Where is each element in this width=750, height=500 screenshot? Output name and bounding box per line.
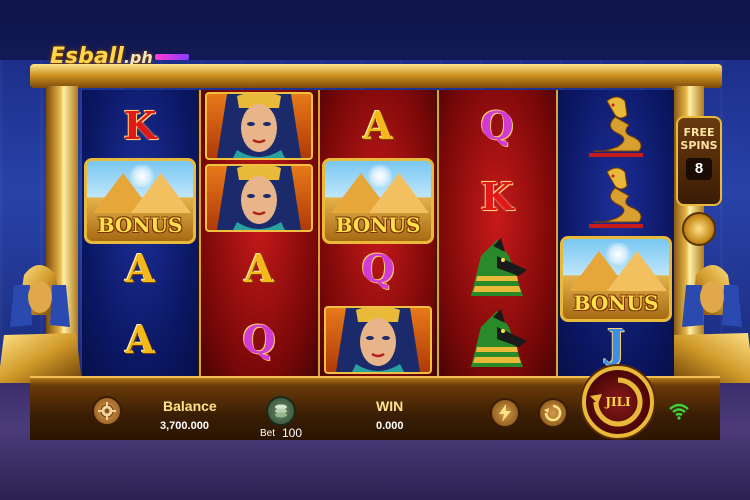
symbol-a-letter: A	[363, 102, 393, 148]
pyramid-icon	[131, 173, 191, 213]
bet-label: Bet	[260, 428, 276, 439]
pyramid-icon	[369, 173, 429, 213]
settings-button[interactable]	[92, 396, 122, 426]
symbol-a-letter: A	[125, 316, 155, 362]
symbol-k-letter: K	[123, 102, 157, 148]
symbol-a-letter: A	[125, 245, 155, 291]
cleopatra-portrait-icon	[217, 94, 301, 158]
symbol-cobra	[558, 161, 674, 233]
symbol-a: A	[320, 90, 436, 162]
right-sphinx-statue	[670, 265, 750, 383]
symbol-j-letter: J	[607, 320, 625, 366]
symbol-cleopatra	[205, 92, 313, 160]
reel-2: A Q	[201, 90, 317, 376]
reel-4: Q K	[439, 90, 555, 376]
free-spins-panel: FREE SPINS 8	[676, 116, 722, 206]
reel-area: K BONUS A A A Q A BONUS Q Q K BONUS J	[82, 90, 674, 376]
symbol-k-letter: K	[480, 173, 514, 219]
spin-button[interactable]: JILI	[582, 366, 654, 438]
cobra-icon	[589, 96, 643, 157]
left-sphinx-statue	[0, 265, 82, 383]
cobra-icon	[589, 167, 643, 228]
symbol-a: A	[82, 233, 198, 305]
cleopatra-portrait-icon	[336, 308, 420, 372]
gear-icon	[98, 402, 116, 420]
symbol-k: K	[439, 161, 555, 233]
symbol-a: A	[82, 304, 198, 376]
bet-value: 100	[282, 426, 303, 440]
symbol-q: Q	[320, 233, 436, 305]
free-spins-label-2: SPINS	[680, 139, 718, 152]
symbol-cobra	[558, 90, 674, 162]
symbol-q-letter: Q	[361, 245, 395, 291]
symbol-anubis	[439, 233, 555, 305]
symbol-anubis	[439, 304, 555, 376]
scarab-ornament-icon	[682, 212, 716, 246]
lightning-icon	[499, 404, 511, 422]
symbol-cleopatra	[324, 306, 432, 374]
symbol-a-letter: A	[244, 245, 274, 291]
symbol-q: Q	[439, 90, 555, 162]
anubis-head-icon	[471, 308, 527, 367]
reel-frame-top	[30, 64, 722, 88]
coin-stack-icon	[275, 404, 287, 418]
symbol-q-letter: Q	[480, 102, 514, 148]
reel-3: A BONUS Q	[320, 90, 436, 376]
symbol-a: A	[201, 233, 317, 305]
bet-button[interactable]	[266, 396, 296, 426]
pyramid-icon	[607, 251, 667, 291]
symbol-cleopatra	[205, 164, 313, 232]
logo-bar	[154, 54, 189, 60]
cleopatra-portrait-icon	[217, 166, 301, 230]
balance-label: Balance	[163, 398, 217, 414]
reel-1: K BONUS A A	[82, 90, 198, 376]
wifi-icon	[669, 403, 689, 420]
symbol-q: Q	[201, 304, 317, 376]
win-label: WIN	[376, 398, 404, 414]
turbo-button[interactable]	[490, 398, 520, 428]
symbol-bonus: BONUS	[84, 158, 196, 244]
free-spins-label-1: FREE	[683, 126, 715, 139]
symbol-q-letter: Q	[242, 316, 276, 362]
autoplay-button[interactable]	[538, 398, 568, 428]
balance-value: 3,700.000	[160, 420, 209, 432]
symbol-bonus: BONUS	[322, 158, 434, 244]
free-spins-count: 8	[686, 158, 712, 180]
auto-spin-icon	[544, 404, 562, 422]
symbol-k: K	[82, 90, 198, 162]
win-value: 0.000	[376, 420, 404, 432]
anubis-head-icon	[471, 237, 527, 296]
reel-5: BONUS J	[558, 90, 674, 376]
spin-arrow-icon	[590, 377, 643, 427]
